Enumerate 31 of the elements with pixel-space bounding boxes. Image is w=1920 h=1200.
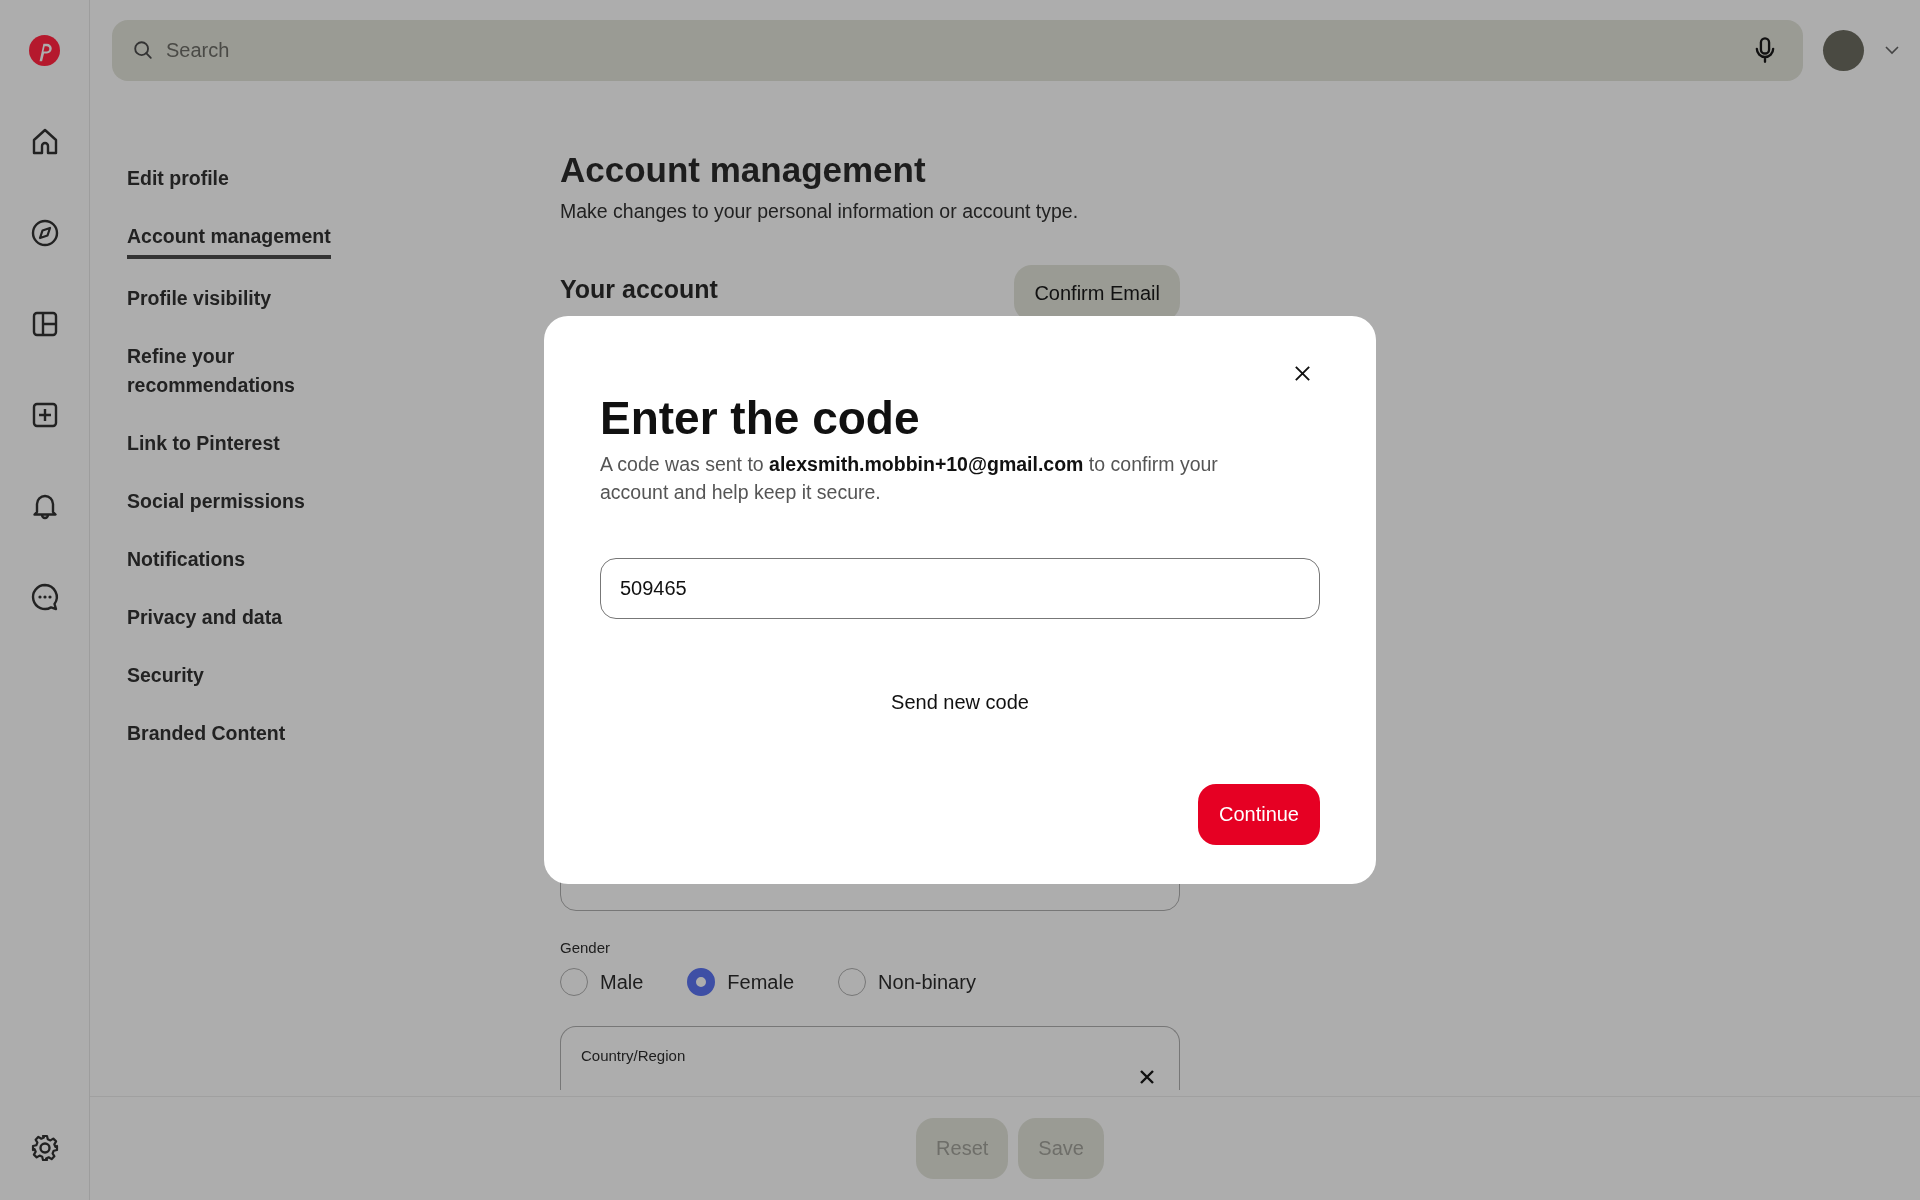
search-icon	[132, 39, 154, 61]
continue-button[interactable]: Continue	[1197, 784, 1320, 845]
radio-button[interactable]	[687, 968, 716, 996]
settings-nav-item[interactable]: Profile visibility	[127, 284, 272, 317]
settings-nav-item[interactable]: Branded Content	[127, 719, 286, 752]
settings-nav-item[interactable]: Privacy and data	[127, 603, 282, 636]
close-icon[interactable]	[1293, 364, 1312, 383]
page-title: Account management	[560, 149, 927, 191]
dialog-title: Enter the code	[600, 391, 921, 446]
settings-nav-item[interactable]: Notifications	[127, 545, 246, 578]
settings-nav-item[interactable]: Security	[127, 661, 204, 694]
country-field[interactable]: Country/Region	[560, 1026, 1180, 1090]
code-input[interactable]: 509465	[600, 558, 1320, 619]
dialog-message: A code was sent to alexsmith.mobbin+10@gmail.com to confirm your account and help keep it secure.	[600, 452, 1219, 505]
settings-nav-item[interactable]: Refine your recommendations	[127, 342, 367, 404]
radio-label[interactable]: Non-binary	[878, 970, 976, 994]
gender-label: Gender	[560, 939, 612, 956]
radio-label[interactable]: Female	[727, 970, 795, 994]
page-subtitle: Make changes to your personal information or account type.	[560, 200, 1080, 223]
pinterest-logo[interactable]	[29, 35, 60, 66]
field-label: Country/Region	[581, 1047, 686, 1064]
settings-nav-item[interactable]: Link to Pinterest	[127, 429, 280, 462]
section-title: Your account	[560, 274, 718, 304]
search-field[interactable]: Search	[112, 19, 1803, 81]
avatar[interactable]	[1823, 29, 1864, 71]
settings-nav-item[interactable]: Edit profile	[127, 164, 229, 197]
search-input[interactable]: Search	[164, 37, 1741, 63]
radio-label[interactable]: Male	[600, 970, 644, 994]
send-new-code-link[interactable]: Send new code	[891, 691, 1029, 714]
settings-nav-item[interactable]: Account management	[127, 222, 331, 259]
settings-nav-item[interactable]: Social permissions	[127, 487, 305, 520]
